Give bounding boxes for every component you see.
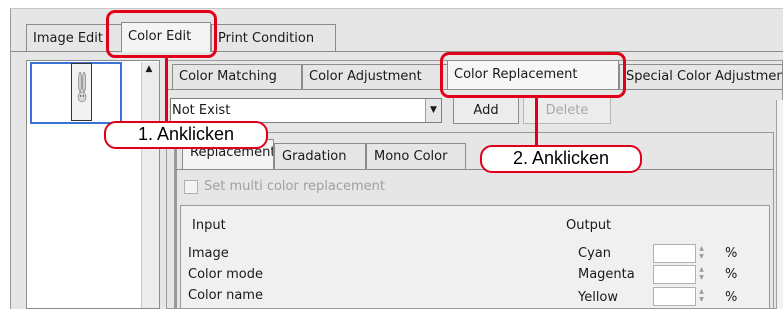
scroll-up-arrow-icon[interactable]: ▲ <box>142 62 156 76</box>
input-color-name-label: Color name <box>188 288 263 303</box>
callout-2-connector <box>535 97 538 145</box>
multi-color-replacement-label: Set multi color replacement <box>204 179 386 194</box>
yellow-unit: % <box>725 290 738 305</box>
tab-image-edit-label: Image Edit <box>33 31 104 46</box>
tab-gradation[interactable]: Gradation <box>274 143 366 170</box>
tab-color-matching-label: Color Matching <box>179 69 277 84</box>
output-magenta-label: Magenta <box>578 267 635 282</box>
output-cyan-label: Cyan <box>578 246 611 261</box>
input-image-label: Image <box>188 246 229 261</box>
output-header: Output <box>566 218 612 233</box>
add-button[interactable]: Add <box>453 97 519 124</box>
multi-color-replacement-checkbox[interactable] <box>184 180 198 194</box>
color-edit-highlight <box>106 10 217 58</box>
magenta-field[interactable] <box>653 265 696 284</box>
callout-1-connector <box>165 57 168 121</box>
yellow-field[interactable] <box>653 287 696 306</box>
cyan-field[interactable] <box>653 244 696 263</box>
panel-scrollbar[interactable] <box>776 100 783 309</box>
tab-print-condition[interactable]: Print Condition <box>211 24 336 52</box>
cyan-unit: % <box>725 246 738 261</box>
tab-mono-color[interactable]: Mono Color <box>366 143 466 170</box>
tab-print-condition-label: Print Condition <box>218 31 315 46</box>
rabbit-image-icon <box>77 71 87 103</box>
tab-mono-color-label: Mono Color <box>374 149 448 164</box>
yellow-spinner-icon[interactable]: ▲ ▼ <box>697 288 706 305</box>
inner-tab-divider <box>176 169 774 170</box>
tab-color-adjustment[interactable]: Color Adjustment <box>302 64 448 89</box>
tab-special-color-adjustment-label: Special Color Adjustment <box>626 69 783 84</box>
dropdown-arrow-icon[interactable]: ▼ <box>425 99 441 122</box>
magenta-unit: % <box>725 267 738 282</box>
magenta-spinner-icon[interactable]: ▲ ▼ <box>697 266 706 283</box>
tab-special-color-adjustment[interactable]: Special Color Adjustment <box>619 64 783 89</box>
callout-2: 2. Anklicken <box>480 145 642 173</box>
callout-1: 1. Anklicken <box>104 121 268 149</box>
replacement-select-value: Not Exist <box>172 103 231 118</box>
cyan-spinner-icon[interactable]: ▲ ▼ <box>697 245 706 262</box>
input-color-mode-label: Color mode <box>188 267 263 282</box>
tab-gradation-label: Gradation <box>282 149 347 164</box>
thumbnail-scrollbar[interactable] <box>141 62 159 308</box>
tab-color-matching[interactable]: Color Matching <box>172 64 302 89</box>
output-yellow-label: Yellow <box>578 290 619 305</box>
color-replacement-highlight <box>440 52 626 98</box>
tab-color-adjustment-label: Color Adjustment <box>309 69 422 84</box>
input-header: Input <box>192 218 226 233</box>
